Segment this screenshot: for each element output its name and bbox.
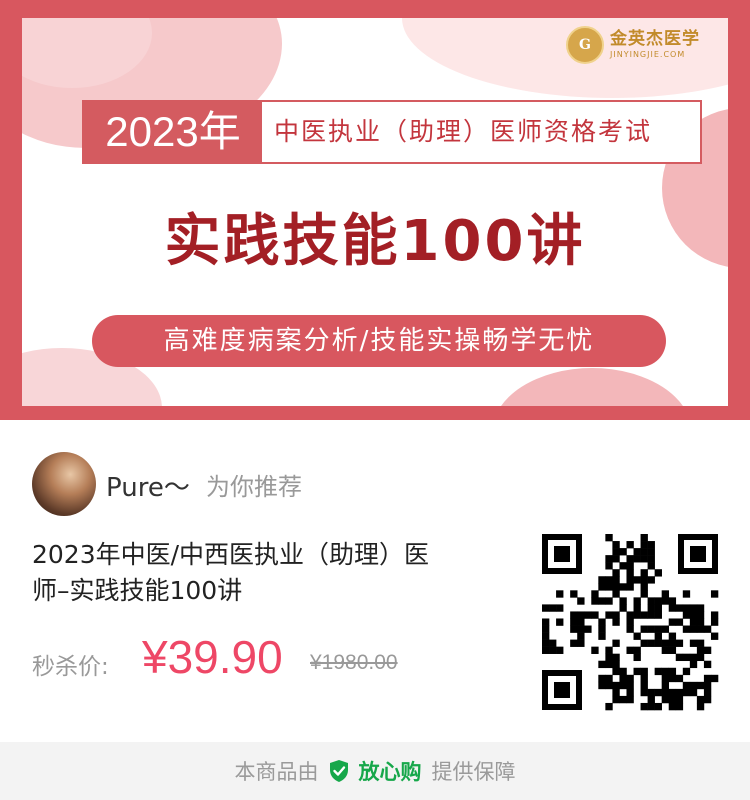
recommend-label: 为你推荐 bbox=[206, 473, 302, 501]
price-label: 秒杀价: bbox=[32, 654, 109, 680]
guarantee-brand: 放心购 bbox=[358, 760, 422, 784]
banner-canvas: G 金英杰医学 JINYINGJIE.COM 2023年 中医执业（助理）医师资… bbox=[22, 18, 728, 406]
brand-logo-icon: G bbox=[566, 26, 604, 64]
guarantee-footer: 本商品由 放心购 提供保障 bbox=[0, 742, 750, 800]
brand-logo-name: 金英杰医学 bbox=[610, 29, 700, 49]
year-label: 2023年 bbox=[84, 102, 262, 162]
exam-name: 中医执业（助理）医师资格考试 bbox=[274, 117, 653, 146]
guarantee-prefix: 本商品由 bbox=[234, 760, 319, 784]
brand-logo-domain: JINYINGJIE.COM bbox=[610, 50, 686, 59]
product-title-line1: 2023年中医/中西医执业（助理）医 bbox=[32, 540, 430, 569]
product-title-line2: 师–实践技能100讲 bbox=[32, 576, 243, 605]
course-subtitle: 高难度病案分析/技能实操畅学无忧 bbox=[92, 315, 666, 367]
shield-check-icon bbox=[329, 760, 348, 782]
brand-logo: G 金英杰医学 JINYINGJIE.COM bbox=[566, 26, 700, 64]
product-title[interactable]: 2023年中医/中西医执业（助理）医 师–实践技能100讲 bbox=[32, 537, 492, 609]
qr-code[interactable] bbox=[540, 532, 720, 712]
original-price: ¥1980.00 bbox=[310, 651, 398, 674]
exam-header-box: 2023年 中医执业（助理）医师资格考试 bbox=[82, 100, 702, 164]
sharer-name: Pure～ bbox=[106, 473, 190, 503]
product-banner: G 金英杰医学 JINYINGJIE.COM 2023年 中医执业（助理）医师资… bbox=[0, 0, 750, 420]
avatar bbox=[32, 452, 96, 516]
sale-price: ¥39.90 bbox=[142, 631, 283, 683]
course-title: 实践技能100讲 bbox=[164, 209, 586, 274]
guarantee-suffix: 提供保障 bbox=[431, 760, 516, 784]
